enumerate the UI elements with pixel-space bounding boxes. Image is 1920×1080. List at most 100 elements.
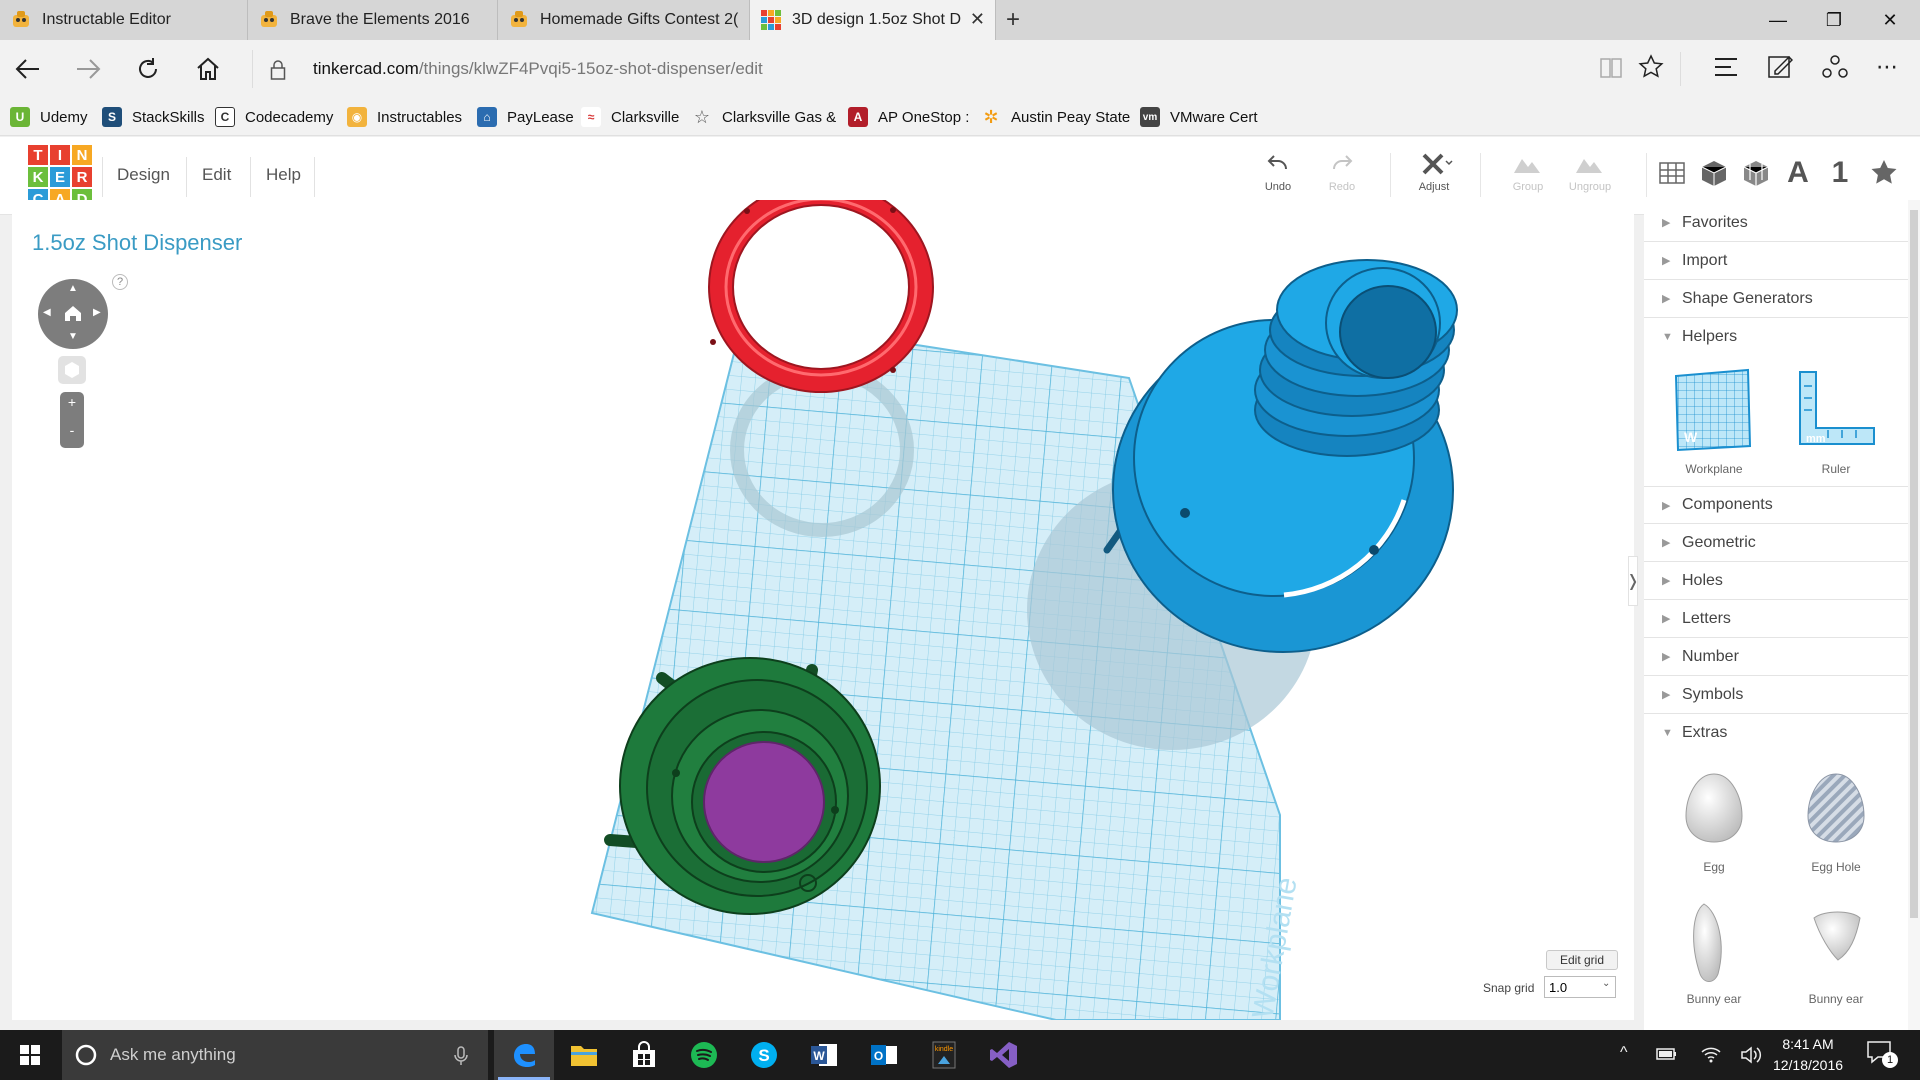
- close-tab-icon[interactable]: ✕: [970, 9, 985, 30]
- forward-button[interactable]: [66, 48, 110, 90]
- maximize-window-button[interactable]: ❐: [1806, 0, 1862, 40]
- workplane-shape[interactable]: W: [1670, 366, 1758, 454]
- egg-hole-shape[interactable]: [1802, 770, 1870, 846]
- menu-help[interactable]: Help: [266, 165, 301, 185]
- start-button[interactable]: [0, 1030, 60, 1080]
- favorite-link[interactable]: ✲ Austin Peay State: [981, 106, 1130, 128]
- show-hidden-icons-icon[interactable]: ^: [1620, 1044, 1628, 1062]
- browser-tab[interactable]: Homemade Gifts Contest 2(: [498, 0, 750, 40]
- orbit-left-icon[interactable]: ◀: [43, 307, 51, 318]
- taskbar-word-app[interactable]: W: [794, 1030, 854, 1080]
- red-ring-part[interactable]: [708, 181, 934, 393]
- favorite-link[interactable]: vm VMware Cert: [1140, 106, 1258, 128]
- bunny-ear-shape[interactable]: [1802, 900, 1870, 986]
- favorite-link[interactable]: A AP OneStop :: [848, 106, 969, 128]
- favorite-link[interactable]: ≈ Clarksville: [581, 106, 679, 128]
- taskbar-kindle-app[interactable]: kindle: [914, 1030, 974, 1080]
- category-holes[interactable]: ▶ Holes: [1644, 562, 1908, 600]
- caret-right-icon: ▶: [1662, 575, 1671, 587]
- taskbar-store-app[interactable]: [614, 1030, 674, 1080]
- ungroup-button[interactable]: Ungroup: [1560, 151, 1620, 193]
- menu-edit[interactable]: Edit: [202, 165, 231, 185]
- grid-view-icon[interactable]: [1654, 155, 1690, 191]
- share-icon[interactable]: [1822, 53, 1848, 81]
- volume-icon[interactable]: [1740, 1045, 1762, 1065]
- category-number[interactable]: ▶ Number: [1644, 638, 1908, 676]
- browser-tab[interactable]: Instructable Editor: [0, 0, 248, 40]
- scene-3d[interactable]: Workplane: [12, 181, 1634, 1021]
- orbit-right-icon[interactable]: ▶: [93, 307, 101, 318]
- favorite-link[interactable]: C Codecademy: [215, 106, 333, 128]
- favorite-link[interactable]: ☆ Clarksville Gas &: [692, 106, 836, 128]
- fit-view-button[interactable]: [58, 356, 86, 384]
- adjust-button[interactable]: Adjust: [1404, 151, 1464, 193]
- category-symbols[interactable]: ▶ Symbols: [1644, 676, 1908, 714]
- edit-grid-button[interactable]: Edit grid: [1546, 950, 1618, 970]
- favorite-label: VMware Cert: [1170, 108, 1258, 126]
- orbit-up-icon[interactable]: ▲: [68, 283, 78, 294]
- taskbar-skype-app[interactable]: S: [734, 1030, 794, 1080]
- browser-tab-active[interactable]: 3D design 1.5oz Shot D ✕: [750, 0, 996, 40]
- category-helpers[interactable]: ▼ Helpers: [1644, 318, 1908, 356]
- category-favorites[interactable]: ▶ Favorites: [1644, 204, 1908, 242]
- category-import[interactable]: ▶ Import: [1644, 242, 1908, 280]
- action-center-button[interactable]: 1: [1866, 1040, 1900, 1070]
- battery-icon[interactable]: [1656, 1046, 1678, 1062]
- web-note-icon[interactable]: [1767, 53, 1793, 81]
- system-clock[interactable]: 8:41 AM 12/18/2016: [1762, 1034, 1854, 1076]
- zoom-out-button[interactable]: -: [60, 422, 84, 438]
- cortana-search-box[interactable]: Ask me anything: [62, 1030, 488, 1080]
- browser-tab[interactable]: Brave the Elements 2016: [248, 0, 498, 40]
- taskbar-edge-app[interactable]: [494, 1030, 554, 1080]
- category-geometric[interactable]: ▶ Geometric: [1644, 524, 1908, 562]
- favorite-link[interactable]: ⌂ PayLease: [477, 106, 574, 128]
- favorite-link[interactable]: U Udemy: [10, 106, 88, 128]
- undo-button[interactable]: Undo: [1248, 151, 1308, 193]
- bunny-ear-shape[interactable]: [1680, 900, 1748, 986]
- egg-shape[interactable]: [1680, 770, 1748, 846]
- favorite-link[interactable]: S StackSkills: [102, 106, 205, 128]
- favorite-link[interactable]: ◉ Instructables: [347, 106, 462, 128]
- zoom-in-button[interactable]: +: [60, 394, 84, 410]
- url-field[interactable]: tinkercad.com/things/klwZF4Pvqi5-15oz-sh…: [313, 48, 763, 90]
- design-title[interactable]: 1.5oz Shot Dispenser: [32, 230, 242, 256]
- ruler-shape[interactable]: mm: [1792, 366, 1880, 454]
- category-shape-generators[interactable]: ▶ Shape Generators: [1644, 280, 1908, 318]
- taskbar-spotify-app[interactable]: [674, 1030, 734, 1080]
- category-components[interactable]: ▶ Components: [1644, 486, 1908, 524]
- text-shape-icon[interactable]: A: [1780, 155, 1816, 191]
- favorite-star-icon[interactable]: [1638, 54, 1664, 80]
- redo-button[interactable]: Redo: [1312, 151, 1372, 193]
- microphone-icon[interactable]: [454, 1046, 468, 1066]
- blue-dispenser-part[interactable]: [1103, 259, 1458, 653]
- refresh-button[interactable]: [126, 48, 170, 90]
- collapse-panel-button[interactable]: ❭: [1626, 556, 1640, 606]
- hub-icon[interactable]: [1713, 56, 1739, 78]
- taskbar-outlook-app[interactable]: O: [854, 1030, 914, 1080]
- help-mark[interactable]: ?: [112, 274, 128, 290]
- menu-design[interactable]: Design: [117, 165, 170, 185]
- orbit-down-icon[interactable]: ▼: [68, 331, 78, 342]
- taskbar-visual-studio-app[interactable]: [974, 1030, 1034, 1080]
- orbit-control[interactable]: ▲ ▼ ◀ ▶: [38, 279, 108, 349]
- group-button[interactable]: Group: [1498, 151, 1558, 193]
- home-button[interactable]: [186, 48, 230, 90]
- reading-view-icon[interactable]: [1598, 56, 1624, 80]
- close-window-button[interactable]: ✕: [1862, 0, 1918, 40]
- minimize-window-button[interactable]: —: [1750, 0, 1806, 40]
- scrollbar-thumb[interactable]: [1910, 210, 1918, 918]
- back-button[interactable]: [6, 48, 50, 90]
- chevron-down-icon[interactable]: ⌄: [1602, 978, 1610, 989]
- new-tab-button[interactable]: +: [1006, 6, 1020, 34]
- wifi-icon[interactable]: [1700, 1044, 1722, 1064]
- taskbar-file-explorer-app[interactable]: [554, 1030, 614, 1080]
- favorites-star-icon[interactable]: [1866, 155, 1902, 191]
- design-canvas[interactable]: Workplane: [12, 181, 1634, 1021]
- more-options-icon[interactable]: ⋯: [1876, 54, 1900, 80]
- category-extras[interactable]: ▼ Extras: [1644, 714, 1908, 752]
- home-view-icon[interactable]: [63, 303, 83, 323]
- number-shape-icon[interactable]: 1: [1822, 155, 1858, 191]
- box-view-icon[interactable]: [1696, 155, 1732, 191]
- category-letters[interactable]: ▶ Letters: [1644, 600, 1908, 638]
- wireframe-view-icon[interactable]: [1738, 155, 1774, 191]
